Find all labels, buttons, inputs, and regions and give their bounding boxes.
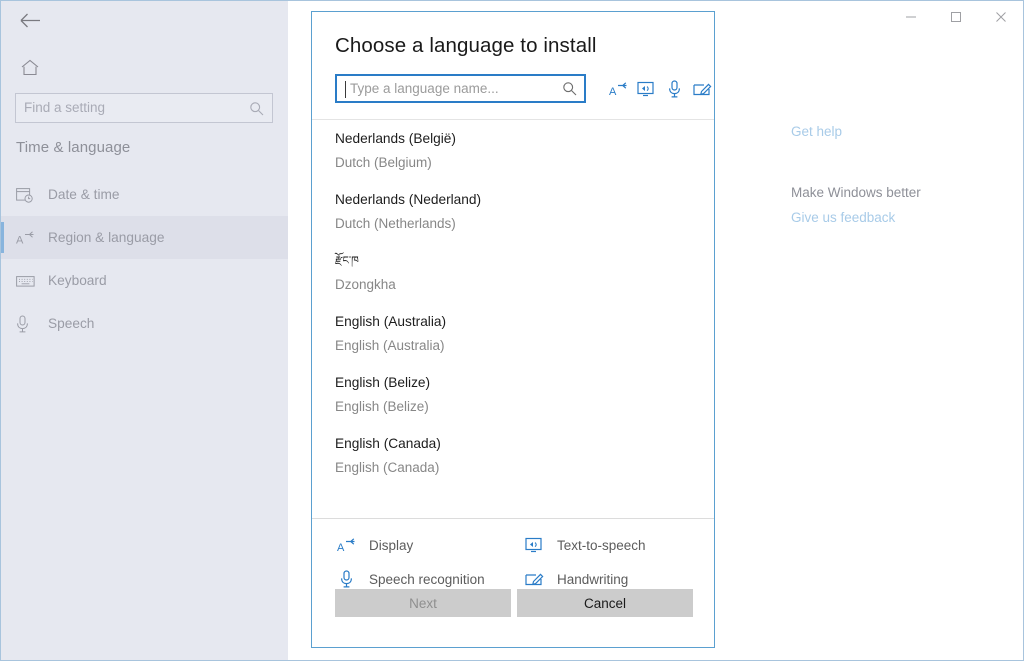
capability-icon-row: A: [608, 79, 712, 99]
close-button[interactable]: [978, 1, 1023, 32]
make-windows-better-heading: Make Windows better: [791, 185, 921, 200]
microphone-icon: [16, 314, 38, 334]
calendar-clock-icon: [16, 185, 38, 205]
language-list[interactable]: Nederlands (België) Dutch (Belgium) Nede…: [312, 120, 714, 518]
language-native-name: Nederlands (België): [335, 131, 456, 146]
legend-label: Speech recognition: [369, 571, 485, 587]
window-titlebar: [888, 1, 1023, 32]
sidebar-item-speech[interactable]: Speech: [1, 302, 288, 345]
sidebar-item-label: Keyboard: [48, 273, 107, 288]
sidebar-item-label: Speech: [48, 316, 95, 331]
settings-app-window: Find a setting Time & language Date & ti…: [0, 0, 1024, 661]
legend-label: Text-to-speech: [557, 537, 646, 553]
sidebar-nav-list: Date & time A Region & language Keyboard…: [1, 173, 288, 345]
svg-text:A: A: [337, 542, 345, 553]
language-search-input[interactable]: Type a language name...: [335, 74, 586, 103]
capability-legend: A Display Text-to-speech Speech recognit…: [312, 519, 714, 589]
language-english-name: Dutch (Netherlands): [335, 216, 456, 231]
list-item[interactable]: English (Australia) English (Australia): [312, 303, 714, 364]
language-icon: A: [16, 228, 38, 248]
text-caret: [345, 81, 346, 98]
display-icon: A: [335, 535, 357, 555]
legend-display: A Display: [335, 535, 523, 555]
get-help-link[interactable]: Get help: [791, 124, 842, 139]
language-native-name: English (Canada): [335, 436, 441, 451]
language-english-name: English (Australia): [335, 338, 445, 353]
legend-speech-recognition: Speech recognition: [335, 569, 523, 589]
list-item[interactable]: English (Canada) English (Canada): [312, 425, 714, 486]
sidebar-item-label: Date & time: [48, 187, 120, 202]
list-item[interactable]: English (Belize) English (Belize): [312, 364, 714, 425]
sidebar-item-keyboard[interactable]: Keyboard: [1, 259, 288, 302]
legend-label: Display: [369, 537, 414, 553]
minimize-button[interactable]: [888, 1, 933, 32]
language-native-name: English (Australia): [335, 314, 447, 329]
sidebar-section-title: Time & language: [16, 139, 131, 156]
find-a-setting-input[interactable]: Find a setting: [15, 93, 273, 123]
list-item[interactable]: Nederlands (België) Dutch (Belgium): [312, 120, 714, 181]
search-icon: [562, 81, 577, 96]
list-item[interactable]: རྫོང་ཁ Dzongkha: [312, 242, 714, 303]
cancel-button[interactable]: Cancel: [517, 589, 693, 617]
language-english-name: English (Belize): [335, 399, 429, 414]
next-button[interactable]: Next: [335, 589, 511, 617]
give-us-feedback-link[interactable]: Give us feedback: [791, 210, 895, 225]
language-english-name: Dzongkha: [335, 277, 396, 292]
search-icon: [249, 101, 264, 116]
display-icon: A: [608, 79, 628, 99]
svg-text:A: A: [16, 234, 24, 246]
speech-recognition-icon: [664, 79, 684, 99]
back-button[interactable]: [13, 5, 47, 35]
maximize-button[interactable]: [933, 1, 978, 32]
language-english-name: English (Canada): [335, 460, 440, 475]
keyboard-icon: [16, 271, 38, 291]
dialog-search-row: Type a language name... A: [312, 74, 714, 103]
speech-recognition-icon: [335, 569, 357, 589]
sidebar-item-label: Region & language: [48, 230, 165, 245]
handwriting-icon: [692, 79, 712, 99]
language-native-name: English (Belize): [335, 375, 431, 390]
dialog-title: Choose a language to install: [335, 34, 597, 57]
svg-text:A: A: [609, 86, 617, 97]
list-item[interactable]: Nederlands (Nederland) Dutch (Netherland…: [312, 181, 714, 242]
text-to-speech-icon: [523, 535, 545, 555]
language-native-name: Nederlands (Nederland): [335, 192, 482, 207]
home-icon[interactable]: [14, 53, 46, 81]
choose-language-dialog: Choose a language to install Type a lang…: [311, 11, 715, 648]
handwriting-icon: [523, 569, 545, 589]
language-native-name: རྫོང་ཁ: [335, 255, 359, 267]
language-search-placeholder: Type a language name...: [350, 80, 499, 96]
dialog-footer: Next Cancel: [312, 589, 714, 647]
sidebar-item-date-time[interactable]: Date & time: [1, 173, 288, 216]
text-to-speech-icon: [636, 79, 656, 99]
find-a-setting-placeholder: Find a setting: [24, 100, 106, 116]
settings-sidebar: Find a setting Time & language Date & ti…: [1, 1, 288, 660]
legend-label: Handwriting: [557, 571, 629, 587]
language-english-name: Dutch (Belgium): [335, 155, 432, 170]
legend-text-to-speech: Text-to-speech: [523, 535, 714, 555]
legend-handwriting: Handwriting: [523, 569, 714, 589]
sidebar-item-region-language[interactable]: A Region & language: [1, 216, 288, 259]
